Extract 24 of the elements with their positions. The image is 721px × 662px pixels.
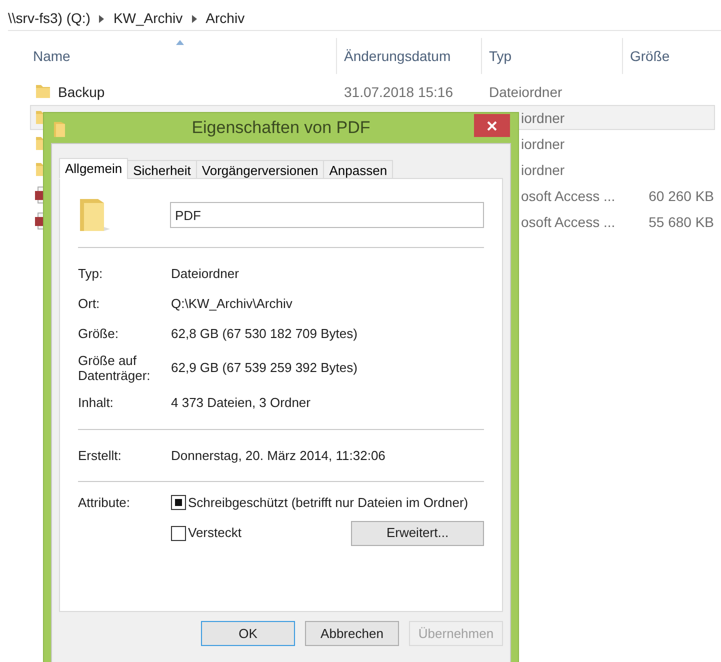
table-cell-text: iordner [521,135,565,154]
table-cell-text: 31.07.2018 15:16 [344,83,453,102]
field-label: Größe auf Datenträger: [78,353,152,383]
table-cell-text: iordner [521,161,565,180]
table-cell-text: Backup [58,83,105,102]
field-label: Typ: [78,266,104,281]
table-cell-text: iordner [521,109,565,128]
field-value: 62,8 GB (67 530 182 709 Bytes) [171,324,358,343]
table-cell-text: osoft Access ... [521,187,616,206]
field-label: Ort: [78,296,101,311]
table-cell-text: Dateiordner [489,83,562,102]
field-label: Attribute: [78,494,132,512]
field-value: Donnerstag, 20. März 2014, 11:32:06 [171,446,386,465]
table-cell-text: 60 260 KB [648,187,714,206]
field-label: Erstellt: [78,448,122,463]
field-value: 62,9 GB (67 539 259 392 Bytes) [171,359,358,378]
field-label: Inhalt: [78,395,114,410]
field-label: Größe: [78,326,120,341]
field-value: 4 373 Dateien, 3 Ordner [171,394,310,412]
table-cell-text: 55 680 KB [648,213,714,232]
table-cell-text: osoft Access ... [521,213,616,232]
field-value: Dateiordner [171,264,239,283]
field-value: Q:\KW_Archiv\Archiv [171,294,292,313]
window-title: Eigenschaften von PDF [192,117,370,140]
